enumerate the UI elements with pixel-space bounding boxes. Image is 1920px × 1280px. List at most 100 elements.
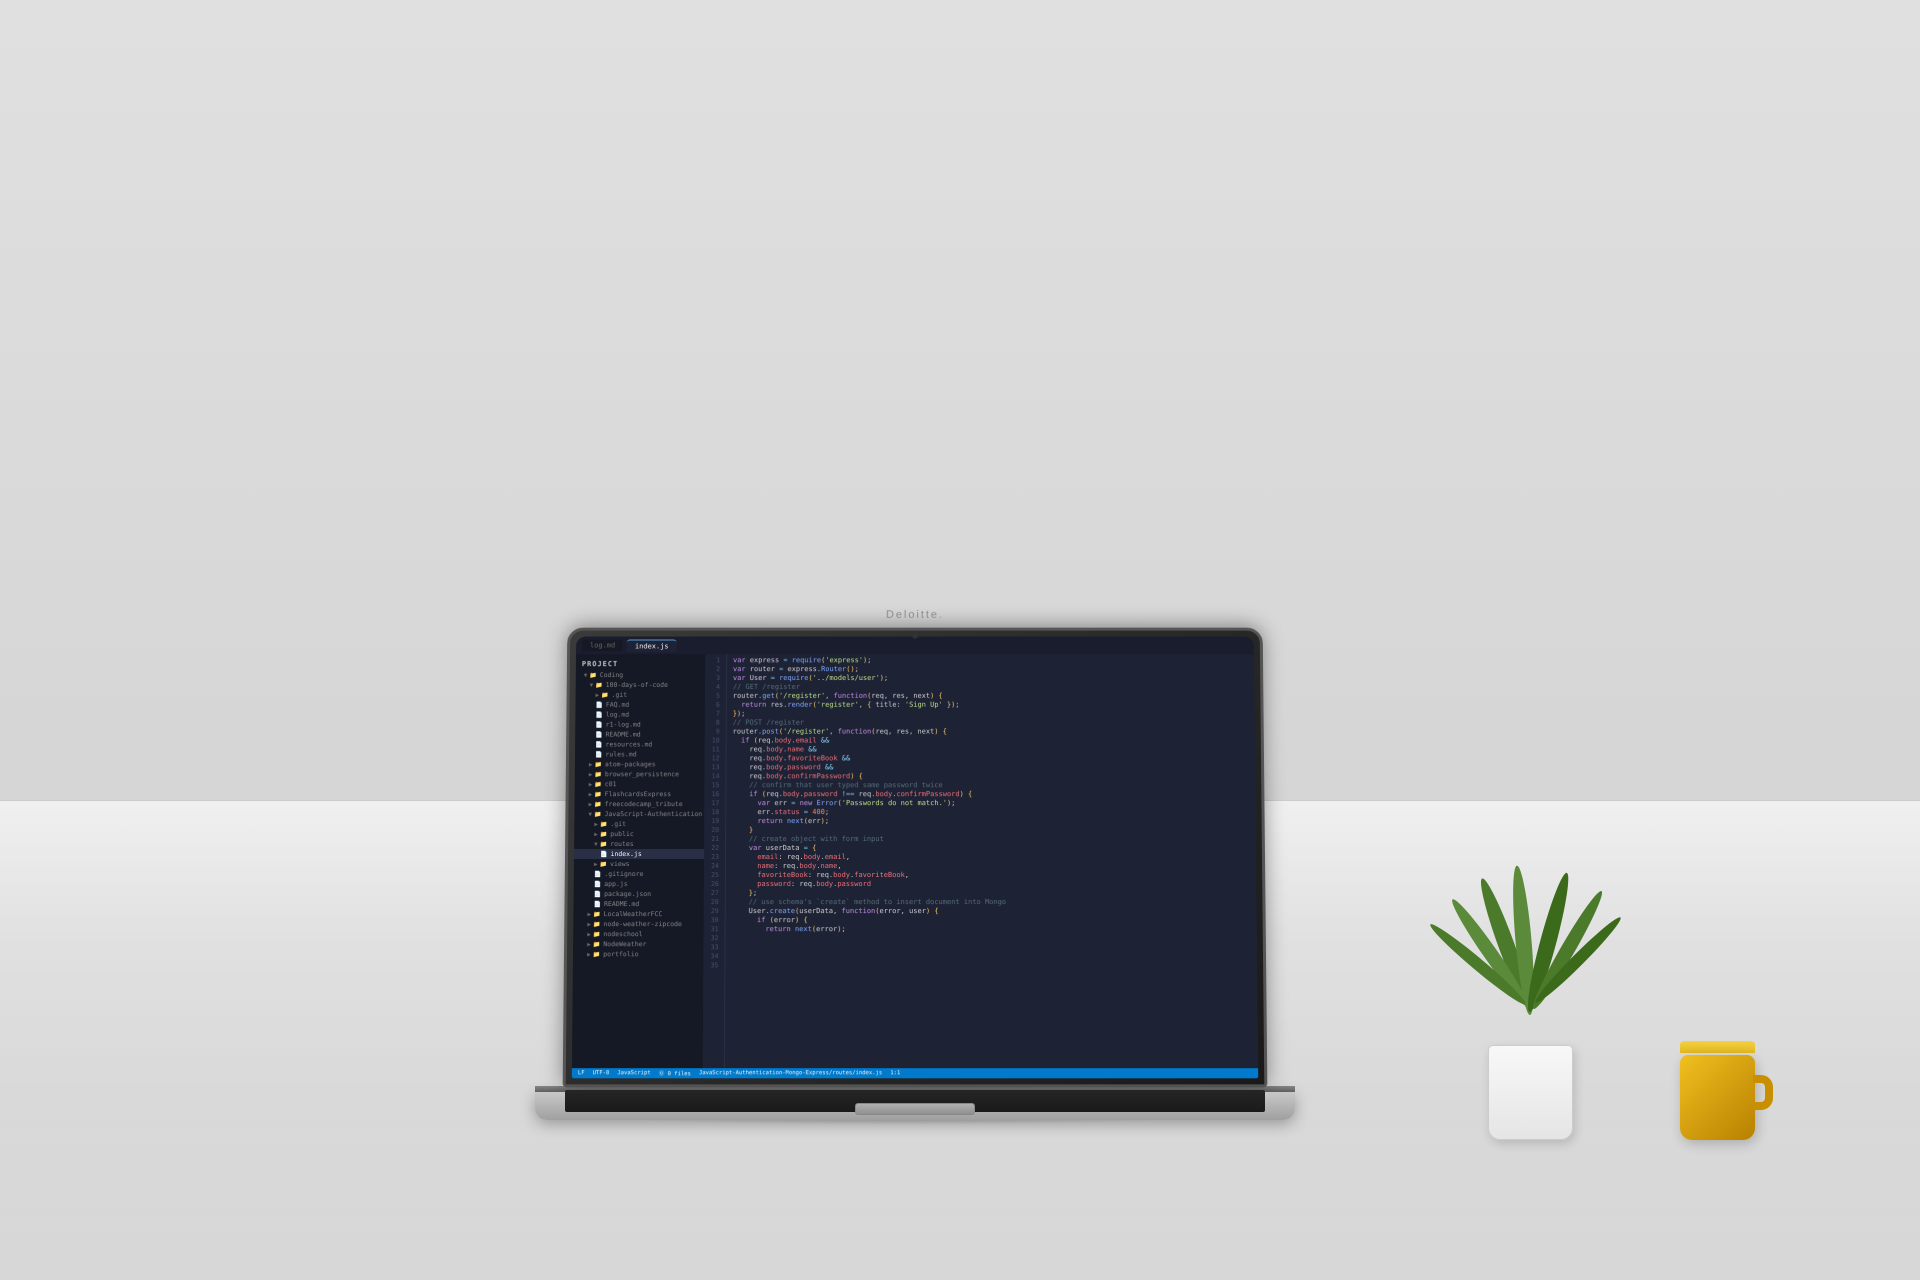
- folder-icon: 📁: [593, 931, 601, 938]
- sidebar-item-label: package.json: [604, 890, 651, 898]
- folder-icon: 📁: [594, 761, 602, 768]
- status-lf: LF: [578, 1070, 585, 1076]
- sidebar-item-label: LocalWeatherFCC: [604, 910, 663, 918]
- sidebar-item-100days[interactable]: ▼ 📁 100-days-of-code: [576, 680, 705, 690]
- webcam-dot: [912, 633, 918, 639]
- sidebar-item-nodeschool[interactable]: ▶ 📁 nodeschool: [573, 929, 703, 939]
- folder-icon: 📁: [600, 821, 608, 828]
- collapse-arrow-icon: ▶: [589, 761, 593, 768]
- sidebar-item-browser[interactable]: ▶ 📁 browser_persistence: [575, 769, 705, 779]
- sidebar-item-indexjs[interactable]: 📄 index.js: [574, 849, 704, 859]
- folder-icon: 📁: [594, 811, 602, 818]
- laptop: Deloitte. log.md index.js Project: [465, 626, 1365, 1120]
- file-icon: 📄: [595, 721, 603, 728]
- tab-index-js[interactable]: index.js: [627, 639, 677, 652]
- sidebar-item-localweather[interactable]: ▶ 📁 LocalWeatherFCC: [573, 909, 703, 919]
- sidebar-item-views[interactable]: ▶ 📁 views: [574, 859, 704, 869]
- sidebar-item-flashcards[interactable]: ▶ 📁 FlashcardsExpress: [575, 789, 705, 799]
- file-icon: 📄: [595, 711, 603, 718]
- collapse-arrow-icon: ▶: [589, 771, 593, 778]
- yellow-mug: [1680, 1043, 1755, 1140]
- sidebar-title: Project: [576, 658, 705, 670]
- collapse-arrow-icon: ▶: [589, 781, 593, 788]
- file-icon: 📄: [595, 701, 603, 708]
- trackpad: [855, 1103, 975, 1115]
- collapse-arrow-icon: ▶: [594, 860, 598, 867]
- sidebar-item-label: nodeschool: [603, 930, 642, 938]
- sidebar-item-resources[interactable]: 📄 resources.md: [575, 739, 705, 749]
- sidebar-item-label: browser_persistence: [605, 770, 679, 778]
- folder-icon: 📁: [600, 860, 608, 867]
- sidebar-item-readme[interactable]: 📄 README.md: [575, 730, 705, 740]
- sidebar-item-label: 100-days-of-code: [606, 681, 668, 689]
- status-language: JavaScript: [617, 1070, 650, 1076]
- collapse-arrow-icon: ▶: [587, 941, 591, 948]
- folder-icon: 📁: [595, 681, 603, 688]
- mug-handle: [1753, 1075, 1773, 1110]
- sidebar-item-packagejson[interactable]: 📄 package.json: [574, 889, 704, 899]
- sidebar-item-label: JavaScript-Authentication: [604, 810, 702, 818]
- folder-icon: 📁: [593, 921, 601, 928]
- collapse-arrow-icon: ▶: [587, 951, 591, 958]
- sidebar-item-c01[interactable]: ▶ 📁 c01: [575, 779, 705, 789]
- sidebar-item-label: FAQ.md: [606, 701, 629, 709]
- tab-log-md[interactable]: log.md: [582, 640, 623, 652]
- file-tree-sidebar: Project ▼ 📁 Coding ▼ 📁 100-days-of-code: [572, 654, 705, 1068]
- sidebar-item-label: routes: [610, 840, 634, 848]
- sidebar-item-git[interactable]: ▶ 📁 .git: [576, 690, 705, 700]
- file-icon: 📄: [594, 891, 602, 898]
- sidebar-item-label: r1-log.md: [606, 721, 641, 729]
- sidebar-item-label: public: [610, 830, 634, 838]
- sidebar-item-readme2[interactable]: 📄 README.md: [573, 899, 703, 909]
- file-icon: 📄: [594, 881, 602, 888]
- folder-icon: 📁: [593, 951, 601, 958]
- sidebar-item-label: README.md: [604, 900, 639, 908]
- sidebar-item-r1log[interactable]: 📄 r1-log.md: [575, 720, 705, 730]
- sidebar-item-label: FlashcardsExpress: [605, 790, 671, 798]
- folder-icon: 📁: [594, 801, 602, 808]
- sidebar-item-routes[interactable]: ▼ 📁 routes: [574, 839, 704, 849]
- sidebar-item-label: .git: [612, 691, 628, 699]
- laptop-screen-lid: Deloitte. log.md index.js Project: [563, 628, 1268, 1088]
- collapse-arrow-icon: ▶: [589, 791, 593, 798]
- code-editor-area[interactable]: 1234 5678 9101112 13141516 17181920 2122…: [703, 654, 1258, 1068]
- sidebar-item-faq[interactable]: 📄 FAQ.md: [575, 700, 705, 710]
- collapse-arrow-icon: ▶: [595, 691, 599, 698]
- sidebar-item-label: app.js: [604, 880, 628, 888]
- sidebar-item-appjs[interactable]: 📄 app.js: [574, 879, 704, 889]
- sidebar-item-label: freecodecamp_tribute: [605, 800, 683, 808]
- sidebar-item-public[interactable]: ▶ 📁 public: [574, 829, 704, 839]
- sidebar-item-atom[interactable]: ▶ 📁 atom-packages: [575, 759, 705, 769]
- sidebar-item-freecodecamp[interactable]: ▶ 📁 freecodecamp_tribute: [574, 799, 704, 809]
- expand-arrow-icon: ▼: [588, 811, 592, 818]
- folder-icon: 📁: [594, 771, 602, 778]
- line-numbers: 1234 5678 9101112 13141516 17181920 2122…: [703, 654, 727, 1068]
- scene: Deloitte. log.md index.js Project: [0, 0, 1920, 1280]
- sidebar-item-gitignore[interactable]: 📄 .gitignore: [574, 869, 704, 879]
- file-icon: 📄: [600, 851, 608, 858]
- sidebar-item-label: rules.md: [605, 750, 636, 758]
- sidebar-item-jsauth[interactable]: ▼ 📁 JavaScript-Authentication: [574, 809, 704, 819]
- sidebar-item-label: c01: [605, 780, 617, 788]
- sidebar-item-coding[interactable]: ▼ 📁 Coding: [576, 670, 705, 680]
- sidebar-item-label: log.md: [606, 711, 629, 719]
- sidebar-item-rules[interactable]: 📄 rules.md: [575, 749, 705, 759]
- sidebar-item-portfolio[interactable]: ▶ 📁 portfolio: [573, 949, 703, 959]
- sidebar-item-label: NodeWeather: [603, 940, 646, 948]
- code-editor: log.md index.js Project ▼ 📁 Coding: [572, 637, 1258, 1079]
- folder-icon: 📁: [600, 831, 608, 838]
- folder-icon: 📁: [589, 672, 597, 679]
- collapse-arrow-icon: ▶: [594, 831, 598, 838]
- status-cursor: 1:1: [890, 1070, 900, 1076]
- sidebar-item-label: .gitignore: [604, 870, 643, 878]
- expand-arrow-icon: ▼: [590, 681, 594, 688]
- sidebar-item-nodeweather-zip[interactable]: ▶ 📁 node-weather-zipcode: [573, 919, 703, 929]
- sidebar-item-log[interactable]: 📄 log.md: [575, 710, 705, 720]
- folder-icon: 📁: [594, 791, 602, 798]
- expand-arrow-icon: ▼: [594, 841, 598, 848]
- collapse-arrow-icon: ▶: [587, 921, 591, 928]
- screen-bezel: log.md index.js Project ▼ 📁 Coding: [572, 637, 1258, 1079]
- sidebar-item-git2[interactable]: ▶ 📁 .git: [574, 819, 704, 829]
- editor-titlebar: log.md index.js: [576, 637, 1254, 655]
- sidebar-item-nodeweather[interactable]: ▶ 📁 NodeWeather: [573, 939, 703, 949]
